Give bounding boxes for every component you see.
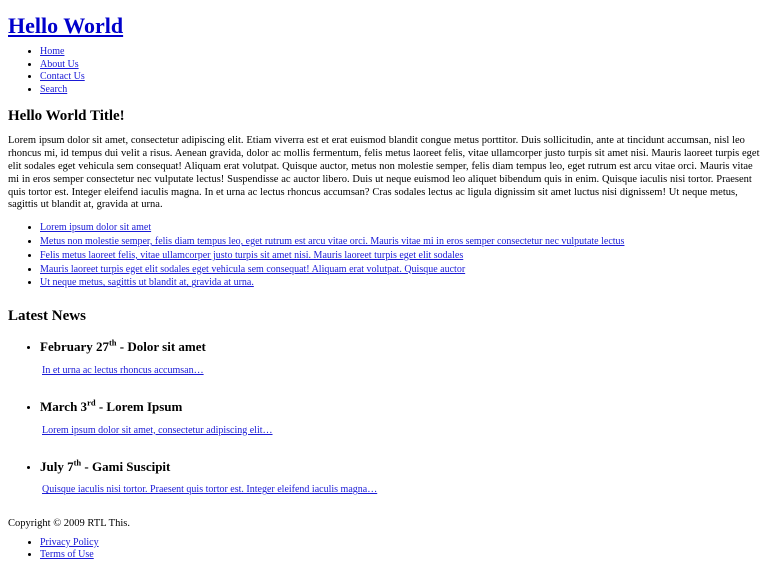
content-link-list: Lorem ipsum dolor sit amet Metus non mol… xyxy=(8,222,760,290)
news-item-date-ordinal: th xyxy=(108,338,117,349)
content-link[interactable]: Felis metus laoreet felis, vitae ullamco… xyxy=(40,250,463,261)
list-item[interactable]: Ut neque metus, sagittis ut blandit at, … xyxy=(40,277,760,290)
nav-item-search[interactable]: Search xyxy=(40,84,760,97)
news-item-excerpt-link[interactable]: In et urna ac lectus rhoncus accumsan… xyxy=(42,365,204,376)
latest-news-heading: Latest News xyxy=(8,308,86,325)
footer-link-list: Privacy Policy Terms of Use xyxy=(8,537,760,562)
content-link[interactable]: Metus non molestie semper, felis diam te… xyxy=(40,236,624,247)
news-item-title: March 3rd - Lorem Ipsum xyxy=(40,397,760,415)
intro-paragraph: Lorem ipsum dolor sit amet, consectetur … xyxy=(8,135,760,211)
news-item-title: July 7th - Gami Suscipit xyxy=(40,458,760,475)
content-link[interactable]: Lorem ipsum dolor sit amet xyxy=(40,222,151,233)
news-item-date-ordinal: rd xyxy=(87,397,96,408)
news-item-date: March 3 xyxy=(40,399,88,415)
content-link[interactable]: Ut neque metus, sagittis ut blandit at, … xyxy=(40,277,254,288)
news-item-separator: - xyxy=(81,458,92,474)
news-item: February 27th - Dolor sit amet In et urn… xyxy=(40,339,760,377)
news-item-headline: Gami Suscipit xyxy=(92,458,171,474)
list-item[interactable]: Mauris laoreet turpis eget elit sodales … xyxy=(40,264,760,277)
list-item[interactable]: Lorem ipsum dolor sit amet xyxy=(40,222,760,235)
site-title: Hello World xyxy=(8,13,760,38)
content-link[interactable]: Mauris laoreet turpis eget elit sodales … xyxy=(40,264,465,275)
news-item-excerpt-link[interactable]: Lorem ipsum dolor sit amet, consectetur … xyxy=(42,425,273,436)
news-item-separator: - xyxy=(95,399,107,415)
nav-link-about-us[interactable]: About Us xyxy=(40,59,79,70)
news-item-date: July 7 xyxy=(40,458,74,474)
page-container: Hello World Home About Us Contact Us Sea… xyxy=(0,0,768,570)
news-item-title: February 27th - Dolor sit amet xyxy=(40,339,760,355)
page-title: Hello World Title! xyxy=(8,108,125,125)
news-item-excerpt: Lorem ipsum dolor sit amet, consectetur … xyxy=(42,425,760,437)
news-item-excerpt-link[interactable]: Quisque iaculis nisi tortor. Praesent qu… xyxy=(42,484,377,495)
primary-navigation: Home About Us Contact Us Search xyxy=(8,46,760,96)
nav-item-about-us[interactable]: About Us xyxy=(40,59,760,72)
news-item-headline: Dolor sit amet xyxy=(127,339,206,355)
footer-item-terms-of-use[interactable]: Terms of Use xyxy=(40,549,760,562)
list-item[interactable]: Felis metus laoreet felis, vitae ullamco… xyxy=(40,250,760,263)
news-list: February 27th - Dolor sit amet In et urn… xyxy=(8,339,760,496)
copyright-text: Copyright © 2009 RTL This. xyxy=(8,518,130,530)
nav-item-contact-us[interactable]: Contact Us xyxy=(40,71,760,84)
footer-link-privacy-policy[interactable]: Privacy Policy xyxy=(40,537,99,548)
nav-link-search[interactable]: Search xyxy=(40,84,67,95)
site-title-link[interactable]: Hello World xyxy=(8,13,123,38)
news-item: July 7th - Gami Suscipit Quisque iaculis… xyxy=(40,458,760,497)
news-item: March 3rd - Lorem Ipsum Lorem ipsum dolo… xyxy=(40,397,760,437)
news-item-excerpt: In et urna ac lectus rhoncus accumsan… xyxy=(42,365,760,377)
nav-link-home[interactable]: Home xyxy=(40,46,64,57)
footer-item-privacy-policy[interactable]: Privacy Policy xyxy=(40,537,760,550)
news-item-headline: Lorem Ipsum xyxy=(106,399,183,415)
nav-item-home[interactable]: Home xyxy=(40,46,760,59)
news-item-separator: - xyxy=(116,339,128,355)
nav-link-contact-us[interactable]: Contact Us xyxy=(40,71,85,82)
news-item-date: February 27 xyxy=(40,339,109,355)
news-item-excerpt: Quisque iaculis nisi tortor. Praesent qu… xyxy=(42,484,760,496)
footer-link-terms-of-use[interactable]: Terms of Use xyxy=(40,549,94,560)
list-item[interactable]: Metus non molestie semper, felis diam te… xyxy=(40,236,760,249)
